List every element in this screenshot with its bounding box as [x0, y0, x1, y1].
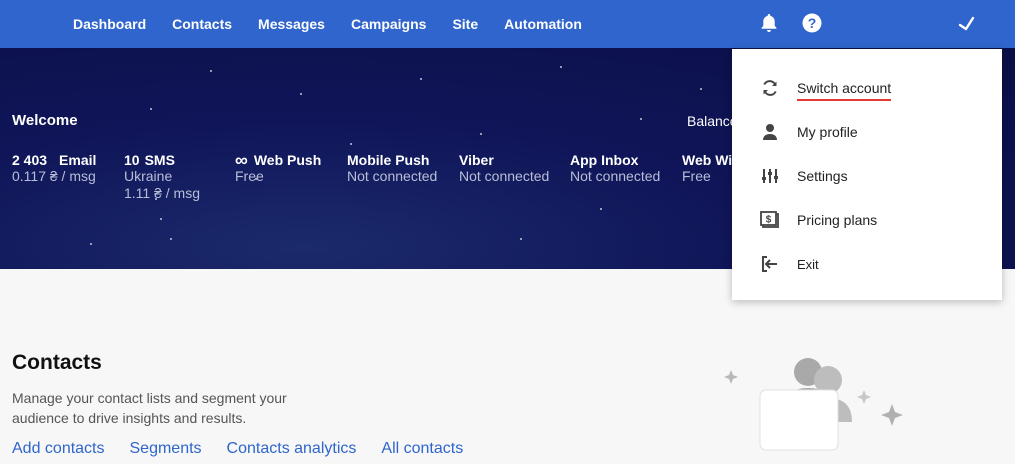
stat-price: 0.117 ₴ / msg	[12, 168, 96, 184]
stat-web-push: ∞ Web Push Free	[235, 150, 322, 185]
nav-menu: Dashboard Contacts Messages Campaigns Si…	[73, 0, 608, 48]
person-icon	[760, 122, 780, 142]
bell-icon[interactable]	[758, 12, 780, 34]
contacts-illustration-icon	[724, 358, 903, 451]
stat-name: Mobile Push	[347, 152, 430, 168]
switch-account-label: Switch account	[797, 80, 892, 101]
top-navigation: Dashboard Contacts Messages Campaigns Si…	[0, 0, 1015, 48]
nav-contacts[interactable]: Contacts	[172, 16, 232, 32]
switch-account-item[interactable]: Switch account	[732, 66, 1002, 110]
account-dropdown: Switch account My profile Settings $ Pri…	[732, 49, 1002, 300]
stat-sms: 10 SMS Ukraine 1.11 ₴ / msg	[124, 152, 200, 202]
stat-status: Not connected	[570, 168, 661, 184]
nav-campaigns[interactable]: Campaigns	[351, 16, 426, 32]
add-contacts-link[interactable]: Add contacts	[12, 440, 105, 458]
stat-status: Not connected	[459, 168, 550, 184]
nav-messages[interactable]: Messages	[258, 16, 325, 32]
settings-sliders-icon	[760, 166, 780, 186]
exit-icon	[760, 254, 780, 274]
stat-app-inbox: App Inbox Not connected	[570, 152, 660, 185]
stat-count: 2 403	[12, 152, 48, 168]
pricing-plans-label: Pricing plans	[797, 212, 878, 228]
exit-item[interactable]: Exit	[732, 242, 1002, 286]
stat-email: 2 403 Email 0.117 ₴ / msg	[12, 152, 96, 185]
infinity-icon: ∞	[235, 150, 248, 170]
segments-link[interactable]: Segments	[130, 440, 202, 458]
stat-name: Web Push	[253, 152, 322, 168]
welcome-heading: Welcome	[12, 112, 78, 129]
user-menu-icon[interactable]	[956, 12, 978, 34]
stat-name: SMS	[144, 152, 175, 168]
contacts-links: Add contacts Segments Contacts analytics…	[12, 440, 488, 458]
stat-status: Free	[235, 168, 264, 184]
pricing-icon: $	[760, 210, 780, 230]
stat-name: Viber	[459, 152, 494, 168]
stat-name: App Inbox	[570, 152, 639, 168]
stat-name: Email	[59, 152, 97, 168]
exit-label: Exit	[797, 256, 819, 272]
svg-text:$: $	[766, 215, 772, 226]
stat-status: Not connected	[347, 168, 438, 184]
contacts-analytics-link[interactable]: Contacts analytics	[227, 440, 357, 458]
my-profile-label: My profile	[797, 124, 858, 140]
contacts-description: Manage your contact lists and segment yo…	[12, 390, 287, 426]
stat-viber: Viber Not connected	[459, 152, 549, 185]
help-icon[interactable]: ?	[801, 12, 823, 34]
svg-text:?: ?	[808, 15, 817, 31]
all-contacts-link[interactable]: All contacts	[381, 440, 463, 458]
nav-automation[interactable]: Automation	[504, 16, 582, 32]
settings-label: Settings	[797, 168, 848, 184]
stat-count: 10	[124, 152, 140, 168]
stat-mobile-push: Mobile Push Not connected	[347, 152, 437, 185]
stat-price: 1.11 ₴ / msg	[124, 185, 201, 201]
contacts-heading: Contacts	[12, 351, 102, 374]
nav-site[interactable]: Site	[452, 16, 478, 32]
settings-item[interactable]: Settings	[732, 154, 1002, 198]
pricing-plans-item[interactable]: $ Pricing plans	[732, 198, 1002, 242]
stat-country: Ukraine	[124, 168, 173, 184]
balance-label: Balance	[687, 113, 738, 129]
switch-icon	[760, 78, 780, 98]
my-profile-item[interactable]: My profile	[732, 110, 1002, 154]
nav-dashboard[interactable]: Dashboard	[73, 16, 146, 32]
